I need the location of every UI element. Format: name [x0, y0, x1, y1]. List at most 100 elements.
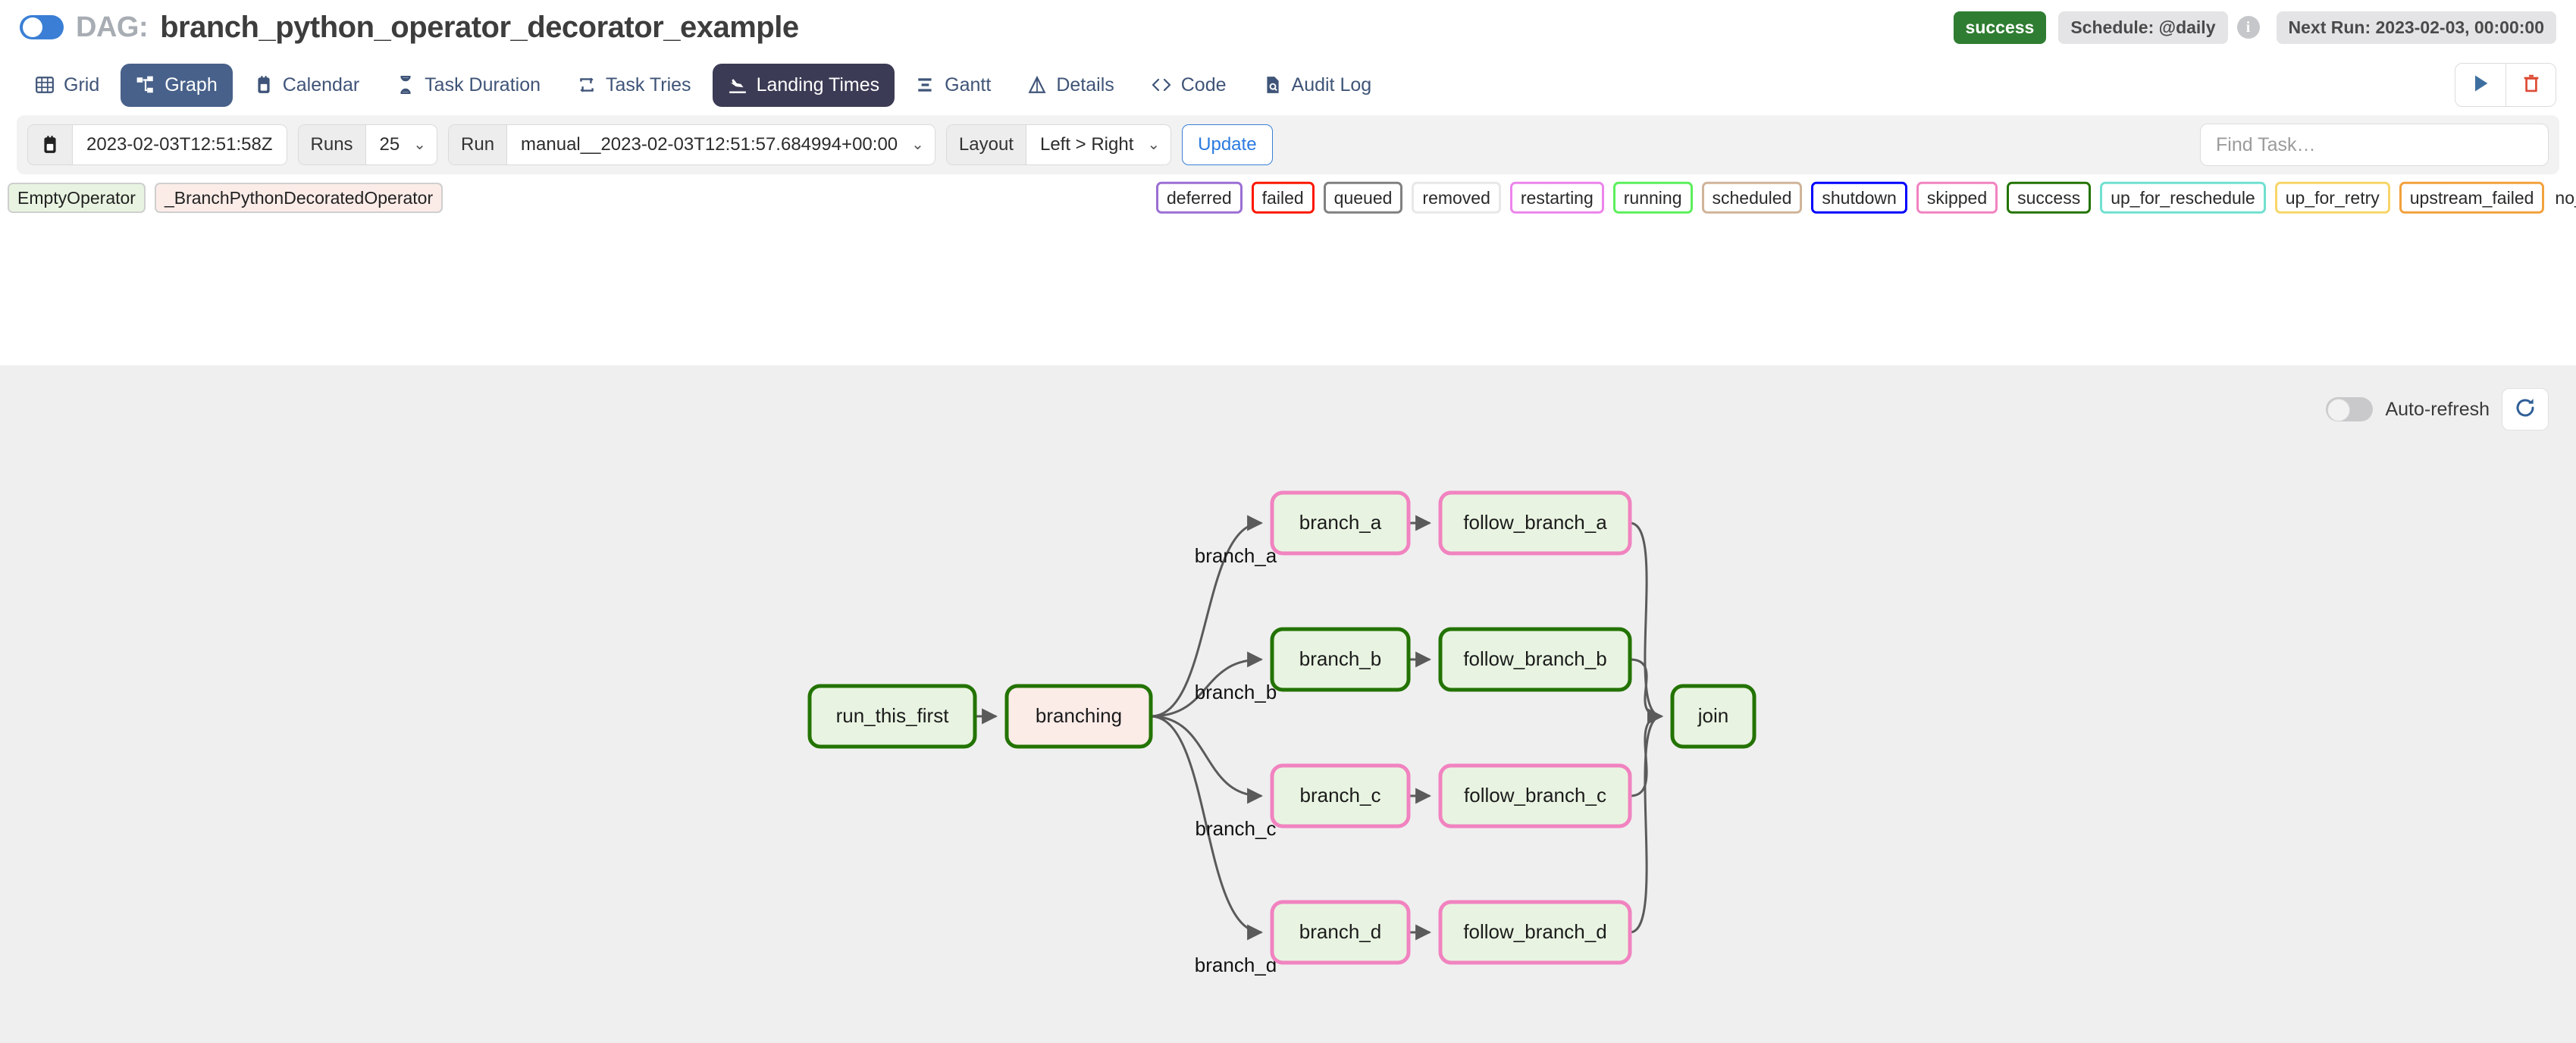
status-legend-chip[interactable]: upstream_failed: [2399, 182, 2545, 214]
graph-node[interactable]: branching: [1007, 686, 1151, 747]
layout-value: Left > Right: [1040, 134, 1133, 155]
status-legend-chip[interactable]: skipped: [1916, 182, 1998, 214]
dag-status-badge: success: [1954, 11, 2047, 44]
tab-label: Gantt: [945, 74, 991, 96]
graph-node-label: follow_branch_b: [1463, 647, 1606, 670]
layout-label: Layout: [947, 125, 1026, 164]
tab-audit-log[interactable]: Audit Log: [1248, 64, 1387, 107]
dag-action-buttons: [2455, 63, 2556, 107]
execution-date-value[interactable]: 2023-02-03T12:51:58Z: [73, 125, 287, 164]
landing-icon: [728, 75, 747, 95]
graph-node[interactable]: branch_c: [1272, 766, 1409, 826]
calendar-icon: [254, 75, 274, 95]
status-legend-chip[interactable]: removed: [1412, 182, 1500, 214]
page-header: DAG: branch_python_operator_decorator_ex…: [0, 0, 2576, 55]
tab-gantt[interactable]: Gantt: [901, 64, 1006, 107]
tab-label: Details: [1056, 74, 1114, 96]
tab-label: Landing Times: [757, 74, 880, 96]
status-legend-chip[interactable]: success: [2007, 182, 2091, 214]
graph-filter-toolbar: 2023-02-03T12:51:58Z Runs 25 ⌄ Run manua…: [17, 115, 2559, 174]
graph-edge: [1151, 716, 1261, 796]
calendar-icon: [28, 125, 73, 164]
graph-node-label: join: [1697, 704, 1728, 727]
tab-graph[interactable]: Graph: [121, 64, 232, 107]
graph-node[interactable]: branch_b: [1272, 629, 1409, 690]
status-legend-chip[interactable]: running: [1613, 182, 1693, 214]
dag-graph[interactable]: branch_a branch_b branch_c branch_d run_thi…: [0, 365, 2576, 1043]
tab-label: Calendar: [283, 74, 359, 96]
graph-edge-label: branch_b: [1195, 681, 1277, 703]
graph-node[interactable]: follow_branch_a: [1440, 493, 1630, 553]
tab-landing-times[interactable]: Landing Times: [713, 64, 895, 107]
audit-icon: [1263, 75, 1283, 95]
status-legend-chip[interactable]: queued: [1324, 182, 1403, 214]
graph-edge: [1630, 716, 1662, 932]
dag-prefix-label: DAG:: [76, 11, 148, 44]
status-legend-chip[interactable]: deferred: [1156, 182, 1243, 214]
graph-nodes[interactable]: run_this_first branching branch_a follow_br…: [810, 493, 1754, 963]
runs-control[interactable]: Runs 25 ⌄: [298, 124, 438, 165]
find-task-input[interactable]: [2200, 124, 2549, 166]
graph-node[interactable]: branch_a: [1272, 493, 1409, 553]
graph-node[interactable]: follow_branch_d: [1440, 902, 1630, 963]
graph-icon: [136, 75, 155, 95]
no-status-label: no_status: [2553, 188, 2576, 208]
play-icon: [2470, 73, 2491, 98]
graph-edge-label: branch_c: [1196, 817, 1277, 840]
layout-select[interactable]: Left > Right ⌄: [1026, 125, 1170, 164]
graph-node[interactable]: branch_d: [1272, 902, 1409, 963]
info-icon[interactable]: i: [2237, 16, 2260, 39]
graph-node[interactable]: follow_branch_b: [1440, 629, 1630, 690]
graph-edge-label: branch_a: [1195, 544, 1277, 567]
dag-pause-toggle[interactable]: [20, 15, 64, 39]
grid-icon: [35, 75, 55, 95]
next-run-badge: Next Run: 2023-02-03, 00:00:00: [2277, 11, 2557, 44]
tab-calendar[interactable]: Calendar: [239, 64, 374, 107]
graph-node-label: branch_c: [1300, 784, 1381, 807]
graph-node[interactable]: run_this_first: [810, 686, 975, 747]
tab-label: Audit Log: [1292, 74, 1372, 96]
trash-icon: [2521, 73, 2542, 98]
delete-dag-button[interactable]: [2505, 64, 2556, 106]
execution-date-control[interactable]: 2023-02-03T12:51:58Z: [27, 124, 287, 165]
chevron-down-icon: ⌄: [911, 137, 924, 152]
graph-node-label: follow_branch_c: [1464, 784, 1606, 807]
run-value: manual__2023-02-03T12:51:57.684994+00:00: [521, 134, 898, 155]
operator-chip[interactable]: EmptyOperator: [8, 183, 146, 213]
layout-control[interactable]: Layout Left > Right ⌄: [946, 124, 1171, 165]
tab-details[interactable]: Details: [1012, 64, 1129, 107]
graph-node-label: branching: [1036, 704, 1122, 727]
graph-edge-label: branch_d: [1195, 954, 1277, 976]
run-select[interactable]: manual__2023-02-03T12:51:57.684994+00:00…: [507, 125, 935, 164]
status-legend-chip[interactable]: restarting: [1510, 182, 1604, 214]
code-icon: [1151, 75, 1172, 95]
graph-node-label: follow_branch_d: [1463, 920, 1606, 943]
status-legend-chip[interactable]: failed: [1252, 182, 1315, 214]
run-label: Run: [449, 125, 507, 164]
status-legend-chip[interactable]: shutdown: [1811, 182, 1907, 214]
tab-task-tries[interactable]: Task Tries: [562, 64, 707, 107]
graph-node-label: follow_branch_a: [1463, 511, 1607, 534]
tab-task-duration[interactable]: Task Duration: [381, 64, 556, 107]
runs-select[interactable]: 25 ⌄: [366, 125, 437, 164]
graph-node-label: branch_d: [1299, 920, 1381, 943]
graph-node-label: branch_b: [1299, 647, 1381, 670]
status-legend-chip[interactable]: scheduled: [1702, 182, 1803, 214]
status-legend-chip[interactable]: up_for_retry: [2275, 182, 2390, 214]
graph-node[interactable]: follow_branch_c: [1440, 766, 1630, 826]
operator-chip[interactable]: _BranchPythonDecoratedOperator: [155, 183, 443, 213]
graph-canvas[interactable]: Auto-refresh branch_abranch_bbranch_cbra…: [0, 365, 2576, 1043]
tab-code[interactable]: Code: [1136, 64, 1242, 107]
trigger-dag-button[interactable]: [2455, 64, 2505, 106]
operator-legend: EmptyOperator _BranchPythonDecoratedOpera…: [8, 183, 452, 213]
run-control[interactable]: Run manual__2023-02-03T12:51:57.684994+0…: [448, 124, 935, 165]
graph-node[interactable]: join: [1672, 686, 1754, 747]
update-button[interactable]: Update: [1182, 124, 1272, 165]
hourglass-icon: [396, 75, 415, 95]
chevron-down-icon: ⌄: [413, 137, 426, 152]
tab-label: Task Duration: [425, 74, 541, 96]
status-legend-chip[interactable]: up_for_reschedule: [2100, 182, 2266, 214]
tab-label: Graph: [165, 74, 217, 96]
chevron-down-icon: ⌄: [1147, 137, 1160, 152]
tab-grid[interactable]: Grid: [20, 64, 114, 107]
